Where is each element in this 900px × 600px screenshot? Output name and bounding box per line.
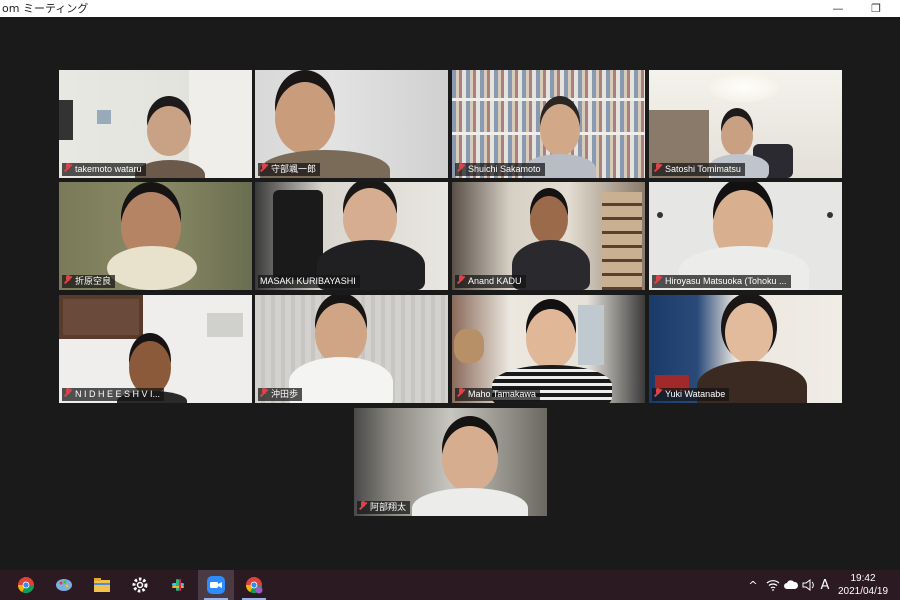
muted-mic-icon bbox=[457, 388, 465, 398]
ime-indicator[interactable]: A bbox=[818, 570, 832, 600]
muted-mic-icon bbox=[64, 275, 72, 285]
video-tile[interactable]: 守部颯一郎 bbox=[255, 70, 448, 178]
video-tile-active-speaker[interactable]: MASAKI KURIBAYASHI bbox=[255, 182, 448, 290]
taskbar-clock[interactable]: 19:42 2021/04/19 bbox=[836, 572, 890, 598]
muted-mic-icon bbox=[260, 388, 268, 398]
participant-video bbox=[721, 116, 753, 156]
participant-video bbox=[530, 196, 568, 244]
zoom-icon[interactable] bbox=[198, 570, 234, 600]
muted-mic-icon bbox=[457, 275, 465, 285]
participant-name-tag: N I D H E E S H V I... bbox=[62, 388, 165, 401]
chrome-profile-icon[interactable] bbox=[236, 570, 272, 600]
participant-name-tag: Yuki Watanabe bbox=[652, 388, 730, 401]
video-tile[interactable]: Yuki Watanabe bbox=[649, 295, 842, 403]
video-tile[interactable]: 折原空良 bbox=[59, 182, 252, 290]
settings-icon[interactable] bbox=[122, 570, 158, 600]
minimize-button[interactable]: — bbox=[818, 0, 858, 17]
participant-video bbox=[442, 426, 498, 492]
video-tile[interactable]: Shuichi Sakamoto bbox=[452, 70, 645, 178]
window-titlebar: om ミーティング — ❐ bbox=[0, 0, 900, 17]
participant-video bbox=[526, 309, 576, 369]
video-tile[interactable]: Satoshi Tomimatsu bbox=[649, 70, 842, 178]
restore-button[interactable]: ❐ bbox=[856, 0, 896, 17]
muted-mic-icon bbox=[64, 163, 72, 173]
clock-time: 19:42 bbox=[850, 573, 876, 584]
video-tile[interactable]: Maho Tamakawa bbox=[452, 295, 645, 403]
cloud-icon[interactable] bbox=[782, 570, 800, 600]
participant-name-tag: Shuichi Sakamoto bbox=[455, 163, 545, 176]
participant-video bbox=[540, 104, 580, 156]
participant-name-tag: Hiroyasu Matsuoka (Tohoku ... bbox=[652, 275, 791, 288]
video-tile[interactable]: Anand KADU bbox=[452, 182, 645, 290]
participant-video bbox=[315, 303, 367, 365]
volume-icon[interactable] bbox=[800, 570, 818, 600]
file-explorer-icon[interactable] bbox=[84, 570, 120, 600]
tray-chevron-icon[interactable]: ^ bbox=[746, 570, 760, 600]
muted-mic-icon bbox=[654, 163, 662, 173]
slack-icon[interactable] bbox=[160, 570, 196, 600]
participant-name-tag: Maho Tamakawa bbox=[455, 388, 540, 401]
participant-name-tag: Satoshi Tomimatsu bbox=[652, 163, 745, 176]
participant-video bbox=[147, 106, 191, 156]
participant-name-tag: 折原空良 bbox=[62, 275, 116, 288]
participant-name-tag: MASAKI KURIBAYASHI bbox=[258, 275, 360, 288]
participant-video bbox=[275, 82, 335, 154]
participant-name-tag: 守部颯一郎 bbox=[258, 163, 321, 176]
chrome-icon[interactable] bbox=[8, 570, 44, 600]
muted-mic-icon bbox=[654, 388, 662, 398]
participant-name-tag: Anand KADU bbox=[455, 275, 526, 288]
muted-mic-icon bbox=[260, 163, 268, 173]
muted-mic-icon bbox=[359, 501, 367, 511]
windows-taskbar: ^ A bbox=[0, 570, 900, 600]
participant-name-tag: 阿部翔太 bbox=[357, 501, 411, 514]
video-tile[interactable]: N I D H E E S H V I... bbox=[59, 295, 252, 403]
muted-mic-icon bbox=[64, 388, 72, 398]
participant-video bbox=[725, 303, 773, 363]
paint-icon[interactable] bbox=[46, 570, 82, 600]
video-tile[interactable]: 阿部翔太 bbox=[354, 408, 547, 516]
participant-video bbox=[129, 341, 171, 395]
participant-name-tag: 沖田歩 bbox=[258, 388, 303, 401]
window-title: om ミーティング bbox=[2, 2, 89, 15]
muted-mic-icon bbox=[654, 275, 662, 285]
wifi-icon[interactable] bbox=[764, 570, 782, 600]
clock-date: 2021/04/19 bbox=[837, 586, 889, 597]
participant-name-tag: takemoto wataru bbox=[62, 163, 146, 176]
video-tile[interactable]: Hiroyasu Matsuoka (Tohoku ... bbox=[649, 182, 842, 290]
video-tile[interactable]: 沖田歩 bbox=[255, 295, 448, 403]
video-tile[interactable]: takemoto wataru bbox=[59, 70, 252, 178]
muted-mic-icon bbox=[457, 163, 465, 173]
